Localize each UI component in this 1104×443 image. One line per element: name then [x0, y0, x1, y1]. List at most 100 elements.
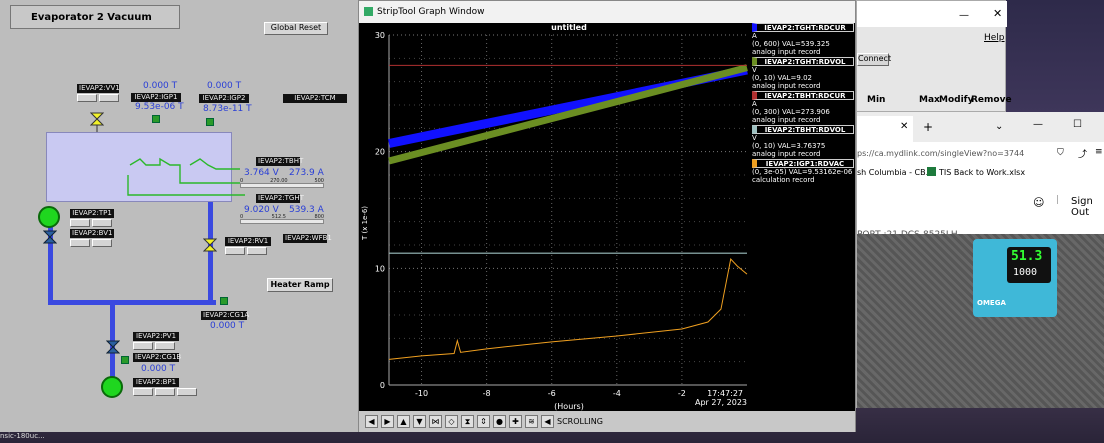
pan-left-icon[interactable]: ◀: [365, 415, 378, 428]
extensions-icon[interactable]: ⤴: [1078, 147, 1087, 160]
legend-entry[interactable]: IEVAP2:TGHT:RDVOL V (0, 10) VAL=9.02 analog…: [752, 57, 854, 90]
legend-entry[interactable]: IEVAP2:TBHT:RDVOL V (0, 10) VAL=3.76375 ana…: [752, 125, 854, 158]
legend-entry[interactable]: IEVAP2:TBHT:RDCUR A (0, 300) VAL=273.906 an…: [752, 91, 854, 124]
igp1-gauge-icon[interactable]: [152, 115, 160, 123]
tp1-pump-icon[interactable]: [38, 206, 60, 228]
minimize-icon[interactable]: —: [959, 10, 969, 21]
x-axis-label: (Hours): [554, 402, 584, 411]
bookmark-cbc[interactable]: sh Columbia - CB...: [857, 168, 933, 177]
legend-name: IEVAP2:IGP1:RDVAC: [752, 159, 854, 168]
wfb1-label: IEVAP2:WFB1: [283, 234, 332, 243]
y-tick-label: 20: [375, 148, 385, 157]
pan-right-icon[interactable]: ▶: [381, 415, 394, 428]
global-reset-button[interactable]: Global Reset: [264, 22, 328, 35]
vacuum-panel: Evaporator 2 Vacuum Global Reset 0.000 T…: [0, 0, 358, 432]
x-tick-label: -8: [483, 389, 491, 398]
zoom-in-x-icon[interactable]: ⋈: [429, 415, 442, 428]
zoom-out-y-icon[interactable]: ⇕: [477, 415, 490, 428]
vv1-buttons[interactable]: [77, 94, 119, 102]
rv1-buttons[interactable]: [225, 247, 267, 255]
tp1-label: IEVAP2:TP1: [70, 209, 114, 218]
edm-control-window: — ✕ Help Connect Min Max Modify Remove: [856, 0, 1012, 112]
connect-button[interactable]: Connect: [857, 53, 891, 66]
bv1-valve-icon[interactable]: [43, 230, 57, 244]
igp2-value: 0.000 T: [207, 81, 242, 91]
chevron-down-icon[interactable]: ⌄: [995, 121, 1003, 132]
plot-title: untitled: [551, 23, 587, 32]
legend-desc: analog input record: [752, 48, 821, 56]
vv1-valve-icon[interactable]: [90, 112, 104, 132]
legend-name: IEVAP2:TGHT:RDVOL: [752, 57, 854, 66]
pan-down-icon[interactable]: ▼: [413, 415, 426, 428]
igp1-label: IEVAP2:IGP1: [131, 93, 181, 102]
close-icon[interactable]: ✕: [993, 7, 1002, 20]
controller-device: 51.3 1000 OMEGA: [973, 239, 1057, 317]
date-label: Apr 27, 2023: [695, 398, 747, 407]
legend-unit: A: [752, 100, 757, 108]
bp1-pump-icon[interactable]: [101, 376, 123, 398]
zoom-in-y-icon[interactable]: ⧗: [461, 415, 474, 428]
graph-icon[interactable]: ≋: [525, 415, 538, 428]
cg1a-gauge-icon[interactable]: [220, 297, 228, 305]
vv1-label: IEVAP2:VV1: [77, 84, 120, 93]
refresh-icon[interactable]: ●: [493, 415, 506, 428]
heater-lines: [127, 157, 245, 196]
cg1b-gauge-icon[interactable]: [121, 356, 129, 364]
pan-up-icon[interactable]: ▲: [397, 415, 410, 428]
url-bar[interactable]: ps://ca.mydlink.com/singleView?no=3744: [857, 146, 1037, 162]
heater-ramp-button[interactable]: Heater Ramp: [267, 278, 333, 292]
tp1-buttons[interactable]: [70, 219, 112, 227]
auto-scale-icon[interactable]: ✚: [509, 415, 522, 428]
help-menu[interactable]: Help: [984, 33, 1005, 43]
legend-range: (0, 3e-05) VAL=9.53162e-06: [752, 168, 853, 176]
striptool-titlebar[interactable]: StripTool Graph Window: [359, 1, 855, 23]
legend-unit: V: [752, 66, 757, 74]
pocket-icon[interactable]: ⛉: [1057, 148, 1064, 158]
legend-entry[interactable]: IEVAP2:TGHT:RDCUR A (0, 600) VAL=539.325 an…: [752, 23, 854, 56]
col-min: Min: [867, 95, 886, 105]
tab-close-icon[interactable]: ✕: [900, 121, 908, 132]
excel-icon: [927, 167, 936, 176]
legend-range: (0, 300) VAL=273.906: [752, 108, 830, 116]
bookmark-tis[interactable]: TIS Back to Work.xlsx: [939, 168, 1025, 177]
scroll-status: SCROLLING: [557, 417, 603, 426]
user-icon[interactable]: ☺: [1033, 196, 1044, 209]
igp1-reading: 9.53e-06 T: [135, 102, 184, 112]
pv1-buttons[interactable]: [133, 342, 175, 350]
legend-entry[interactable]: IEVAP2:IGP1:RDVAC (0, 3e-05) VAL=9.53162e…: [752, 159, 854, 184]
cg1a-value: 0.000 T: [210, 321, 245, 331]
series-line: [388, 64, 748, 165]
cg1a-label: IEVAP2:CG1A: [201, 311, 250, 320]
sign-out-link[interactable]: Sign Out: [1071, 196, 1104, 218]
bv1-buttons[interactable]: [70, 239, 112, 247]
new-tab-icon[interactable]: +: [923, 120, 933, 134]
tght-bar: [240, 219, 324, 224]
legend-name: IEVAP2:TBHT:RDCUR: [752, 91, 854, 100]
small-titlebar[interactable]: — ✕: [857, 1, 1007, 27]
zoom-out-x-icon[interactable]: ◇: [445, 415, 458, 428]
legend-unit: V: [752, 134, 757, 142]
igp2-gauge-icon[interactable]: [206, 118, 214, 126]
menu-icon[interactable]: ≡: [1095, 147, 1103, 157]
pv1-valve-icon[interactable]: [106, 340, 120, 354]
bv1-label: IEVAP2:BV1: [70, 229, 114, 238]
igp2-label: IEVAP2:IGP2: [199, 94, 249, 103]
igp2-reading: 8.73e-11 T: [203, 104, 252, 114]
taskbar-item[interactable]: nsic-180uc...: [0, 432, 60, 443]
strip-plot[interactable]: 0 10 20 30 -10 -8 -6 -4 -2 untitled T (x 1e-6) (Hou…: [359, 23, 855, 411]
strip-chart: 0 10 20 30 -10 -8 -6 -4 -2 untitled T (x 1e-6) (Hou…: [361, 23, 748, 411]
y-axis-label: T (x 1e-6): [361, 206, 369, 241]
igp1-value: 0.000 T: [143, 81, 178, 91]
x-tick-label: -10: [415, 389, 428, 398]
legend-name: IEVAP2:TGHT:RDCUR: [752, 23, 854, 32]
print-icon[interactable]: ◀: [541, 415, 554, 428]
legend-range: (0, 600) VAL=539.325: [752, 40, 830, 48]
rv1-valve-icon[interactable]: [203, 238, 217, 252]
app-icon: [364, 7, 373, 16]
bp1-label: IEVAP2:BP1: [133, 378, 179, 387]
bp1-buttons[interactable]: [133, 388, 197, 396]
y-tick-label: 10: [375, 264, 385, 273]
restore-icon[interactable]: ☐: [1073, 119, 1082, 130]
tght-label: IEVAP2:TGHT: [256, 194, 304, 203]
browser-minimize-icon[interactable]: —: [1033, 119, 1043, 130]
